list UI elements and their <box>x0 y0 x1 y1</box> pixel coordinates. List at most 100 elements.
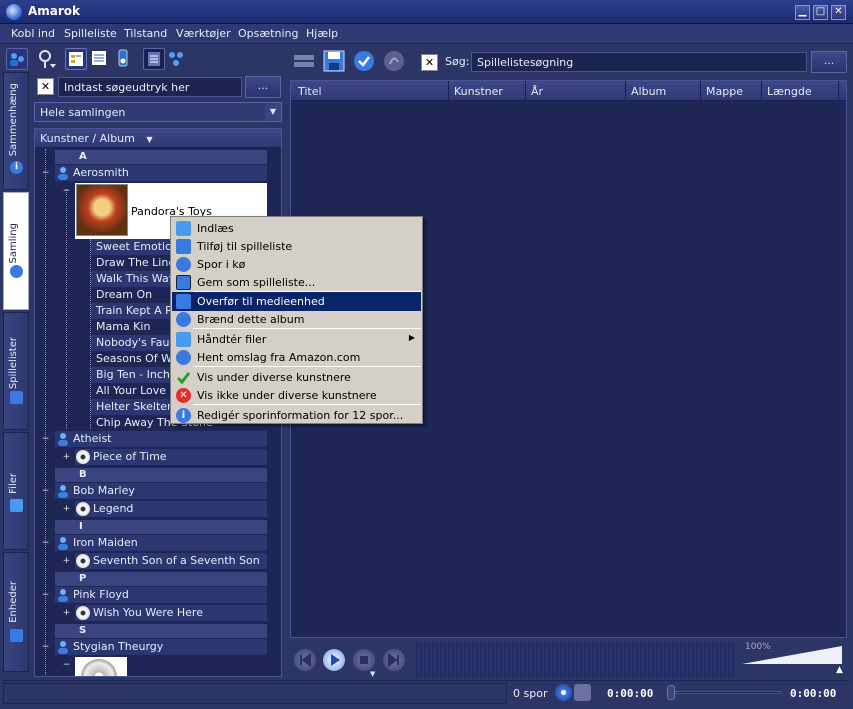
info-icon: i <box>176 408 191 423</box>
column-album[interactable]: Album <box>631 85 666 98</box>
tab-filer[interactable]: Filer <box>3 432 29 550</box>
menu-vaerktoejer[interactable]: Værktøjer <box>176 27 231 40</box>
stop-button[interactable] <box>353 649 375 671</box>
collapse-icon[interactable]: − <box>41 169 50 178</box>
volume-handle-icon[interactable]: ▲ <box>836 665 843 675</box>
artist-label: Bob Marley <box>73 484 135 497</box>
clear-playlist-icon[interactable] <box>293 51 315 73</box>
column-folder[interactable]: Mappe <box>706 85 743 98</box>
ipod-icon[interactable] <box>113 48 135 70</box>
menu-hjaelp[interactable]: Hjælp <box>306 27 338 40</box>
menu-item-braend[interactable]: Brænd dette album <box>172 310 421 329</box>
letter-divider-p: P <box>55 572 267 586</box>
column-title[interactable]: Titel <box>298 85 322 98</box>
clear-search-icon[interactable]: ✕ <box>421 54 438 71</box>
window-title: Amarok <box>28 4 81 18</box>
menu-item-spor-i-koe[interactable]: Spor i kø <box>172 255 421 274</box>
collapse-icon[interactable]: − <box>41 487 50 496</box>
repeat-icon[interactable] <box>555 684 572 701</box>
artist-stygian-theurgy[interactable]: Stygian Theurgy <box>55 639 267 655</box>
artist-icon <box>58 167 68 180</box>
collection-more-button[interactable]: ... <box>245 76 281 98</box>
maximize-button[interactable]: □ <box>813 5 828 20</box>
tab-spillelister[interactable]: Spillelister <box>3 312 29 430</box>
album-seventh-son[interactable]: Seventh Son of a Seventh Son <box>75 553 267 569</box>
previous-button[interactable] <box>294 649 316 671</box>
people-icon[interactable] <box>6 48 28 70</box>
amarok-icon <box>6 4 22 20</box>
column-artist[interactable]: Kunstner <box>454 85 503 98</box>
menu-item-vis-ikke[interactable]: ✕ Vis ikke under diverse kunstnere <box>172 386 421 405</box>
tab-sammenhaeng[interactable]: Sammenhæng i <box>3 72 29 190</box>
artist-aerosmith[interactable]: Aerosmith <box>55 165 267 181</box>
menu-kobl-ind[interactable]: Kobl ind <box>11 27 55 40</box>
network-icon[interactable] <box>166 48 188 70</box>
artist-atheist[interactable]: Atheist <box>55 431 267 447</box>
remaining-time: 0:00:00 <box>790 687 837 700</box>
album-wish-you-were-here[interactable]: Wish You Were Here <box>75 605 267 621</box>
expand-icon[interactable]: + <box>62 453 71 462</box>
filter-icon[interactable] <box>36 48 58 70</box>
random-icon[interactable] <box>574 684 591 701</box>
info-view-icon[interactable] <box>143 48 165 70</box>
album-legend[interactable]: Legend <box>75 501 267 517</box>
status-message <box>3 683 507 704</box>
minimize-button[interactable]: ▁ <box>795 5 810 20</box>
menu-item-haandter[interactable]: Håndtér filer ▶ <box>172 330 421 349</box>
collapse-icon[interactable]: − <box>62 187 71 196</box>
playlist-icon <box>10 391 23 404</box>
seek-slider[interactable] <box>675 691 781 694</box>
menu-spilleliste[interactable]: Spilleliste <box>64 27 117 40</box>
collapse-icon[interactable]: − <box>62 661 71 670</box>
playlist-more-button[interactable]: ... <box>811 51 847 73</box>
collection-search-input[interactable]: Indtast søgeudtryk her <box>58 77 242 97</box>
expand-icon[interactable]: + <box>62 557 71 566</box>
column-year[interactable]: År <box>531 85 543 98</box>
artist-label: Pink Floyd <box>73 588 129 601</box>
album-piece-of-time[interactable]: Piece of Time <box>75 449 267 465</box>
collapse-icon[interactable]: − <box>41 643 50 652</box>
tab-samling[interactable]: Samling <box>3 192 29 310</box>
expand-icon[interactable]: + <box>62 609 71 618</box>
menu-item-hent-omslag[interactable]: Hent omslag fra Amazon.com <box>172 348 421 367</box>
menu-item-gem[interactable]: Gem som spilleliste... <box>172 273 421 292</box>
analyzer[interactable] <box>414 642 736 678</box>
artist-iron-maiden[interactable]: Iron Maiden <box>55 535 267 551</box>
seek-handle[interactable] <box>667 685 675 700</box>
collapse-icon[interactable]: − <box>41 591 50 600</box>
chevron-down-icon[interactable]: ▼ <box>370 670 375 678</box>
album-label: Piece of Time <box>93 450 167 463</box>
close-button[interactable]: ✕ <box>831 5 846 20</box>
disc-icon <box>76 450 90 464</box>
collection-filter-select[interactable]: Hele samlingen ▼ <box>34 102 282 122</box>
undo-icon[interactable] <box>353 50 375 72</box>
clear-search-icon[interactable]: ✕ <box>37 78 54 95</box>
menu-item-vis-under[interactable]: Vis under diverse kunstnere <box>172 368 421 387</box>
menu-tilstand[interactable]: Tilstand <box>124 27 167 40</box>
artist-pink-floyd[interactable]: Pink Floyd <box>55 587 267 603</box>
flat-view-icon[interactable] <box>89 48 111 70</box>
playlist-search-input[interactable]: Spillelistesøgning <box>471 52 807 72</box>
collapse-icon[interactable]: − <box>41 539 50 548</box>
menu-opsaetning[interactable]: Opsætning <box>238 27 298 40</box>
artist-bob-marley[interactable]: Bob Marley <box>55 483 267 499</box>
menu-item-indlaes[interactable]: Indlæs <box>172 219 421 238</box>
save-playlist-icon[interactable] <box>323 50 345 72</box>
filter-value: Hele samlingen <box>40 106 126 119</box>
menu-item-rediger[interactable]: i Redigér sporinformation for 12 spor... <box>172 406 421 425</box>
volume-slider[interactable] <box>742 646 842 664</box>
menu-separator <box>193 404 421 405</box>
elapsed-time: 0:00:00 <box>607 687 654 700</box>
tree-view-icon[interactable] <box>65 48 87 70</box>
tree-header[interactable]: Kunstner / Album ▼ <box>35 129 281 148</box>
expand-icon[interactable]: + <box>62 505 71 514</box>
column-length[interactable]: Længde <box>767 85 812 98</box>
chevron-down-icon: ▼ <box>146 135 153 144</box>
tab-enheder[interactable]: Enheder <box>3 552 29 672</box>
menu-item-overfoer[interactable]: Overfør til medieenhed <box>172 292 421 311</box>
collapse-icon[interactable]: − <box>41 435 50 444</box>
play-button[interactable] <box>323 649 345 671</box>
redo-icon[interactable] <box>383 50 405 72</box>
menu-item-tilfoej[interactable]: Tilføj til spilleliste <box>172 237 421 256</box>
next-button[interactable] <box>383 649 405 671</box>
